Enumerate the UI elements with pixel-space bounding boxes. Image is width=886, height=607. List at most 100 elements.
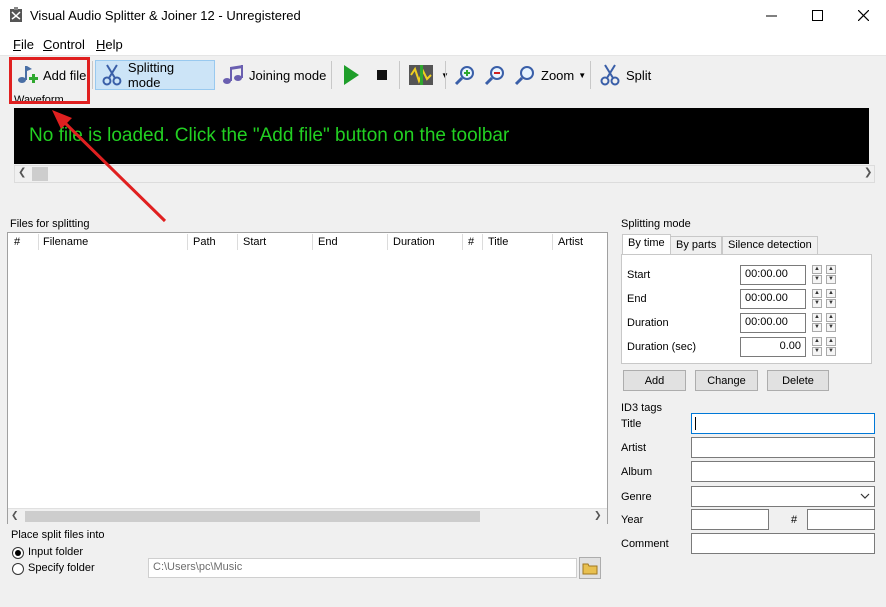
minimize-icon bbox=[765, 15, 777, 17]
year-input[interactable] bbox=[691, 509, 769, 530]
column-separator bbox=[552, 234, 553, 250]
browse-folder-button[interactable] bbox=[579, 557, 601, 579]
duration-sec-label: Duration (sec) bbox=[627, 341, 697, 353]
menu-bar bbox=[0, 31, 886, 56]
artist-label: Artist bbox=[621, 442, 647, 454]
column-header[interactable]: # bbox=[14, 236, 20, 250]
end-spin-up-2[interactable]: ▲ bbox=[826, 289, 836, 298]
split-button[interactable]: Split bbox=[594, 60, 655, 90]
stop-button[interactable] bbox=[368, 60, 396, 90]
genre-select[interactable] bbox=[691, 486, 875, 507]
scroll-right-icon[interactable]: ❯ bbox=[864, 167, 872, 178]
app-icon bbox=[10, 7, 22, 22]
play-icon bbox=[344, 65, 359, 85]
specify-folder-radio[interactable] bbox=[12, 563, 24, 575]
comment-input[interactable] bbox=[691, 533, 875, 554]
duration-spin-up[interactable]: ▲ bbox=[812, 313, 822, 322]
column-header[interactable]: End bbox=[318, 236, 338, 250]
end-spin-down-2[interactable]: ▼ bbox=[826, 299, 836, 308]
text-cursor bbox=[695, 417, 696, 430]
maximize-icon bbox=[811, 10, 823, 21]
magnifier-icon bbox=[514, 66, 534, 86]
end-spin-up[interactable]: ▲ bbox=[812, 289, 822, 298]
column-separator bbox=[237, 234, 238, 250]
close-icon bbox=[857, 10, 869, 21]
joining-mode-label: Joining mode bbox=[249, 67, 327, 83]
files-horizontal-scrollbar[interactable]: ❮ ❯ bbox=[8, 508, 607, 524]
splitting-mode-group-label: Splitting mode bbox=[621, 218, 691, 230]
minimize-button[interactable] bbox=[748, 0, 794, 31]
column-separator bbox=[187, 234, 188, 250]
menu-file[interactable]: File bbox=[13, 37, 34, 52]
column-header[interactable]: Duration bbox=[393, 236, 435, 250]
files-group-label: Files for splitting bbox=[10, 218, 90, 230]
start-input[interactable]: 00:00.00 bbox=[740, 265, 806, 285]
window-title: Visual Audio Splitter & Joiner 12 - Unre… bbox=[30, 8, 301, 23]
duration-spin-down[interactable]: ▼ bbox=[812, 323, 822, 332]
input-folder-label[interactable]: Input folder bbox=[28, 546, 83, 558]
duration-sec-spin-up-2[interactable]: ▲ bbox=[826, 337, 836, 346]
column-separator bbox=[387, 234, 388, 250]
duration-sec-spin-up[interactable]: ▲ bbox=[812, 337, 822, 346]
close-button[interactable] bbox=[840, 0, 886, 31]
column-header[interactable]: Path bbox=[193, 236, 216, 250]
splitting-mode-button[interactable]: Splitting mode bbox=[95, 60, 215, 90]
change-button[interactable]: Change bbox=[695, 370, 758, 391]
start-spin-down[interactable]: ▼ bbox=[812, 275, 822, 284]
track-number-input[interactable] bbox=[807, 509, 875, 530]
menu-help[interactable]: Help bbox=[96, 37, 123, 52]
duration-sec-spin-down-2[interactable]: ▼ bbox=[826, 347, 836, 356]
duration-label: Duration bbox=[627, 317, 669, 329]
column-separator bbox=[462, 234, 463, 250]
column-header[interactable]: Title bbox=[488, 236, 508, 250]
start-spin-down-2[interactable]: ▼ bbox=[826, 275, 836, 284]
duration-sec-spin-down[interactable]: ▼ bbox=[812, 347, 822, 356]
duration-input[interactable]: 00:00.00 bbox=[740, 313, 806, 333]
play-button[interactable] bbox=[336, 60, 366, 90]
end-input[interactable]: 00:00.00 bbox=[740, 289, 806, 309]
column-header[interactable]: # bbox=[468, 236, 474, 250]
start-spin-up-2[interactable]: ▲ bbox=[826, 265, 836, 274]
scroll-left-icon[interactable]: ❮ bbox=[11, 510, 19, 521]
scrollbar-thumb[interactable] bbox=[25, 511, 480, 522]
duration-sec-input[interactable]: 0.00 bbox=[740, 337, 806, 357]
zoom-in-button[interactable] bbox=[449, 60, 481, 90]
duration-spin-down-2[interactable]: ▼ bbox=[826, 323, 836, 332]
scroll-left-icon[interactable]: ❮ bbox=[18, 167, 26, 178]
tab-silence-detection[interactable]: Silence detection bbox=[722, 236, 818, 254]
column-header[interactable]: Artist bbox=[558, 236, 583, 250]
specify-folder-label[interactable]: Specify folder bbox=[28, 562, 95, 574]
end-spin-down[interactable]: ▼ bbox=[812, 299, 822, 308]
end-label: End bbox=[627, 293, 647, 305]
files-table[interactable] bbox=[7, 232, 608, 524]
scroll-right-icon[interactable]: ❯ bbox=[594, 510, 602, 521]
tab-by-parts[interactable]: By parts bbox=[670, 236, 723, 254]
place-group-label: Place split files into bbox=[11, 529, 105, 541]
scissors-icon bbox=[102, 64, 122, 86]
tab-by-time[interactable]: By time bbox=[622, 234, 671, 255]
column-header[interactable]: Start bbox=[243, 236, 266, 250]
stop-icon bbox=[377, 70, 387, 80]
title-input[interactable] bbox=[691, 413, 875, 434]
start-spin-up[interactable]: ▲ bbox=[812, 265, 822, 274]
highlight-box bbox=[9, 57, 90, 104]
folder-path-input[interactable]: C:\Users\pc\Music bbox=[148, 558, 577, 578]
folder-icon bbox=[582, 563, 598, 575]
menu-control[interactable]: Control bbox=[43, 37, 85, 52]
input-folder-radio[interactable] bbox=[12, 547, 24, 559]
artist-input[interactable] bbox=[691, 437, 875, 458]
joining-mode-button[interactable]: Joining mode bbox=[217, 60, 330, 90]
maximize-button[interactable] bbox=[794, 0, 840, 31]
zoom-in-icon bbox=[454, 66, 474, 86]
toolbar-separator bbox=[445, 61, 446, 89]
add-button[interactable]: Add bbox=[623, 370, 686, 391]
column-separator bbox=[482, 234, 483, 250]
delete-button[interactable]: Delete bbox=[767, 370, 829, 391]
album-input[interactable] bbox=[691, 461, 875, 482]
zoom-dropdown-button[interactable]: Zoom ▼ bbox=[509, 60, 590, 90]
column-header[interactable]: Filename bbox=[43, 236, 88, 250]
zoom-out-button[interactable] bbox=[479, 60, 511, 90]
duration-spin-up-2[interactable]: ▲ bbox=[826, 313, 836, 322]
genre-label: Genre bbox=[621, 491, 652, 503]
album-label: Album bbox=[621, 466, 653, 478]
